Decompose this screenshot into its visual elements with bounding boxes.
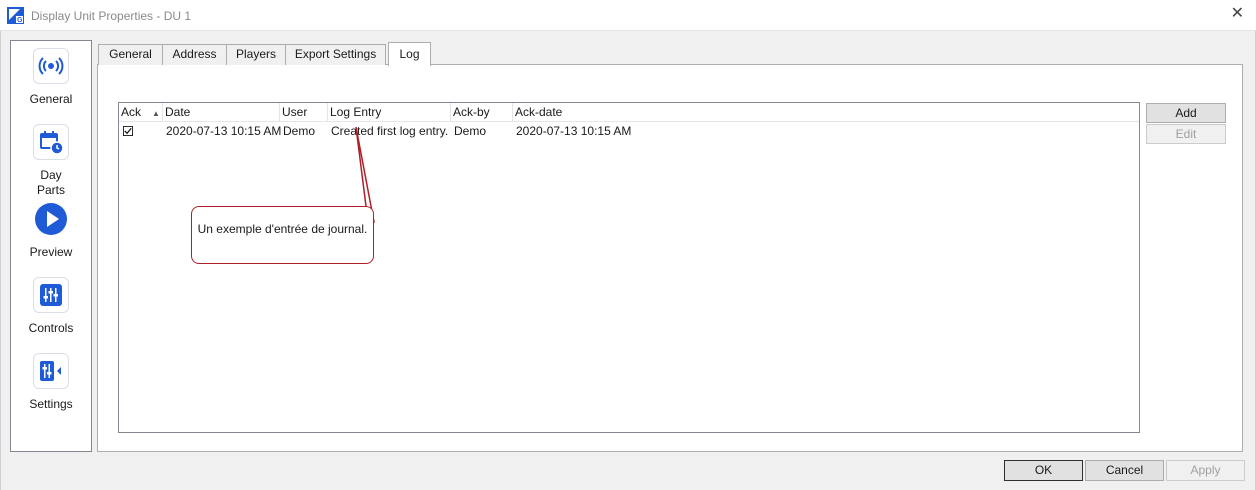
- tab-address[interactable]: Address: [162, 44, 227, 65]
- column-label: Log Entry: [330, 105, 382, 119]
- add-button[interactable]: Add: [1146, 103, 1226, 123]
- column-header-log-entry[interactable]: Log Entry: [328, 103, 451, 122]
- column-header-ack-date[interactable]: Ack-date: [513, 103, 1139, 122]
- sidebar-item-controls[interactable]: Controls: [11, 277, 91, 336]
- app-logo-icon: G: [7, 7, 24, 24]
- checked-checkbox-icon[interactable]: [123, 126, 133, 136]
- tab-export-settings[interactable]: Export Settings: [285, 44, 386, 65]
- column-header-ack[interactable]: Ack ▲: [119, 103, 163, 122]
- column-label: Date: [165, 105, 191, 119]
- annotation-callout: Un exemple d'entrée de journal.: [191, 206, 374, 264]
- settings-panel-icon: [33, 353, 69, 389]
- sidebar-item-preview[interactable]: Preview: [11, 201, 91, 260]
- tab-label: Log: [399, 47, 420, 61]
- sidebar-item-label: General: [29, 92, 73, 106]
- column-header-date[interactable]: Date: [163, 103, 280, 122]
- log-entry-cell: Created first log entry.: [331, 124, 449, 138]
- sidebar-item-label: Settings: [29, 397, 73, 411]
- ok-button[interactable]: OK: [1004, 460, 1083, 481]
- tab-log[interactable]: Log: [388, 42, 431, 66]
- tab-label: Export Settings: [294, 47, 377, 61]
- column-label: Ack-date: [515, 105, 563, 119]
- window-title: Display Unit Properties - DU 1: [31, 9, 192, 23]
- column-label: Ack-by: [453, 105, 490, 119]
- broadcast-icon: [33, 48, 69, 84]
- button-label: Edit: [1175, 127, 1197, 141]
- title-bar: G Display Unit Properties - DU 1 ✕: [0, 0, 1256, 31]
- button-label: OK: [1034, 463, 1053, 477]
- sidebar-item-label: Day Parts: [36, 168, 65, 197]
- column-label: Ack: [121, 105, 142, 119]
- edit-button[interactable]: Edit: [1146, 124, 1226, 144]
- annotation-text: Un exemple d'entrée de journal.: [197, 222, 368, 236]
- sidebar-item-settings[interactable]: Settings: [11, 353, 91, 412]
- table-row[interactable]: 2020-07-13 10:15 AM Demo Created first l…: [119, 123, 1139, 140]
- user-cell: Demo: [283, 124, 316, 138]
- column-label: User: [282, 105, 308, 119]
- sidebar-item-label: Controls: [28, 321, 74, 335]
- tab-general[interactable]: General: [98, 44, 163, 65]
- tab-label: Players: [235, 47, 276, 61]
- calendar-clock-icon: [33, 124, 69, 160]
- date-cell: 2020-07-13 10:15 AM: [166, 124, 282, 138]
- ack-by-cell: Demo: [454, 124, 487, 138]
- play-icon: [33, 201, 69, 237]
- sidebar-item-day-parts[interactable]: Day Parts: [11, 124, 91, 198]
- tab-label: General: [109, 47, 152, 61]
- column-header-user[interactable]: User: [280, 103, 328, 122]
- sidebar-item-general[interactable]: General: [11, 48, 91, 107]
- svg-text:G: G: [17, 17, 23, 24]
- column-header-ack-by[interactable]: Ack-by: [451, 103, 513, 122]
- ack-date-cell: 2020-07-13 10:15 AM: [516, 124, 632, 138]
- sidebar: General Day Parts Preview Controls Setti…: [10, 40, 92, 452]
- button-label: Cancel: [1105, 463, 1144, 477]
- sort-ascending-icon: ▲: [152, 109, 160, 118]
- close-icon[interactable]: ✕: [1231, 6, 1244, 22]
- button-label: Add: [1175, 106, 1197, 120]
- ack-cell[interactable]: [119, 123, 163, 140]
- log-list[interactable]: Ack ▲ Date User Log Entry Ack-by Ack-dat…: [118, 102, 1140, 433]
- sliders-icon: [33, 277, 69, 313]
- apply-button[interactable]: Apply: [1166, 460, 1245, 481]
- cancel-button[interactable]: Cancel: [1085, 460, 1164, 481]
- tab-label: Address: [172, 47, 217, 61]
- button-label: Apply: [1190, 463, 1221, 477]
- tab-players[interactable]: Players: [226, 44, 286, 65]
- log-list-header: Ack ▲ Date User Log Entry Ack-by Ack-dat…: [119, 103, 1139, 122]
- sidebar-item-label: Preview: [29, 245, 73, 259]
